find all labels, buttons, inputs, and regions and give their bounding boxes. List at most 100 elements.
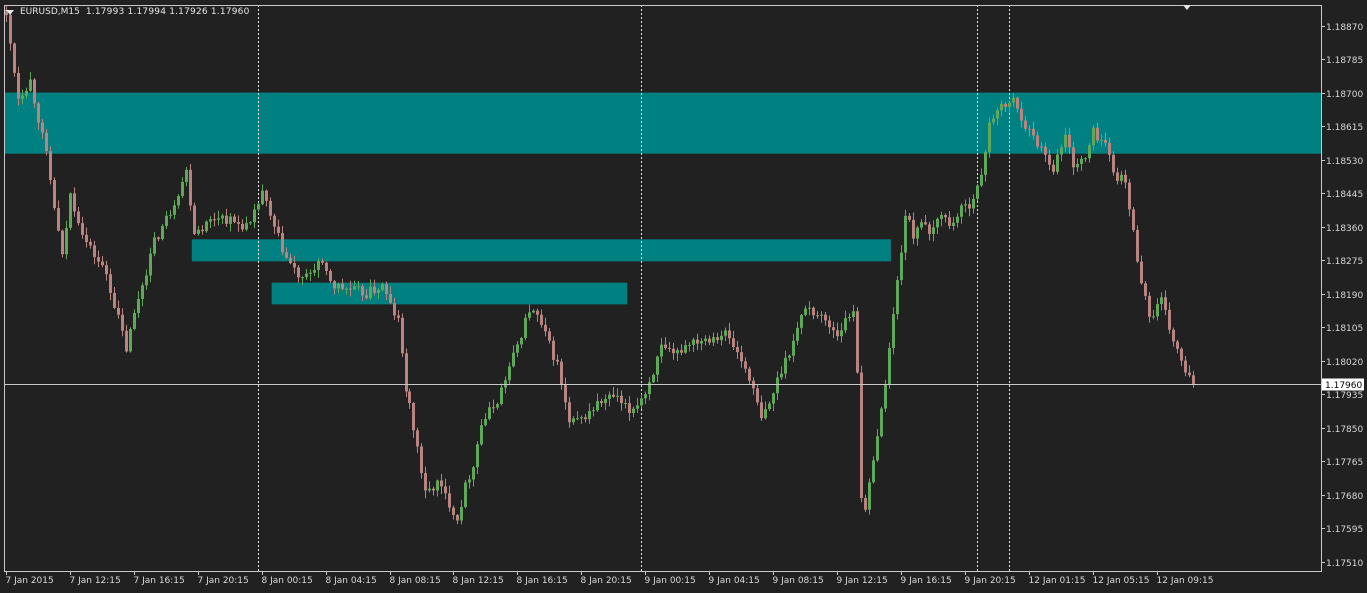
candle-bull[interactable] bbox=[377, 289, 380, 293]
candle-bull[interactable] bbox=[636, 405, 639, 409]
candle-bull[interactable] bbox=[868, 482, 871, 510]
candle-bear[interactable] bbox=[728, 330, 731, 339]
candle-bull[interactable] bbox=[1000, 103, 1003, 111]
candle-bull[interactable] bbox=[145, 275, 148, 286]
candle-bull[interactable] bbox=[301, 277, 304, 279]
candle-bear[interactable] bbox=[444, 486, 447, 494]
candle-bear[interactable] bbox=[812, 307, 815, 316]
candle-bear[interactable] bbox=[93, 245, 96, 258]
candle-bull[interactable] bbox=[205, 221, 208, 232]
candle-bull[interactable] bbox=[141, 285, 144, 299]
candle-bull[interactable] bbox=[880, 408, 883, 437]
candle-bear[interactable] bbox=[341, 283, 344, 289]
candle-bull[interactable] bbox=[988, 122, 991, 152]
candle-bear[interactable] bbox=[548, 331, 551, 341]
candle-bull[interactable] bbox=[173, 205, 176, 215]
candle-bull[interactable] bbox=[660, 344, 663, 357]
candle-bull[interactable] bbox=[592, 410, 595, 412]
candle-bull[interactable] bbox=[496, 404, 499, 408]
chart-menu-triangle-icon[interactable] bbox=[6, 9, 14, 15]
candle-bear[interactable] bbox=[536, 310, 539, 315]
candle-bull[interactable] bbox=[221, 215, 224, 219]
chart-area[interactable]: 1.17960 1.18870 1.18785 1.18700 1.18615 1.18… bbox=[0, 0, 1367, 589]
candle-bull[interactable] bbox=[888, 348, 891, 385]
candle-bear[interactable] bbox=[373, 286, 376, 293]
candle-bear[interactable] bbox=[1172, 329, 1175, 342]
candle-bull[interactable] bbox=[1012, 97, 1015, 103]
candle-bear[interactable] bbox=[281, 233, 284, 253]
candle-bull[interactable] bbox=[153, 237, 156, 254]
candle-bear[interactable] bbox=[101, 261, 104, 266]
candle-bull[interactable] bbox=[468, 479, 471, 483]
candle-bull[interactable] bbox=[245, 223, 248, 230]
candle-bear[interactable] bbox=[412, 403, 415, 431]
candle-bear[interactable] bbox=[97, 257, 100, 262]
zone-rect-1[interactable] bbox=[4, 92, 1321, 154]
candle-bull[interactable] bbox=[464, 482, 467, 508]
candle-bull[interactable] bbox=[980, 174, 983, 186]
candle-bull[interactable] bbox=[692, 339, 695, 345]
candle-bull[interactable] bbox=[181, 182, 184, 196]
candle-bear[interactable] bbox=[233, 216, 236, 223]
candle-bear[interactable] bbox=[424, 473, 427, 491]
candle-bull[interactable] bbox=[788, 355, 791, 358]
candle-bull[interactable] bbox=[608, 394, 611, 399]
candle-bear[interactable] bbox=[41, 122, 44, 133]
candle-bear[interactable] bbox=[157, 237, 160, 240]
candle-bear[interactable] bbox=[333, 281, 336, 289]
candle-bull[interactable] bbox=[844, 318, 847, 331]
candle-bull[interactable] bbox=[257, 204, 260, 210]
candle-bear[interactable] bbox=[105, 265, 108, 275]
candle-bull[interactable] bbox=[956, 216, 959, 223]
candle-bear[interactable] bbox=[1132, 209, 1135, 230]
candle-bull[interactable] bbox=[253, 209, 256, 223]
candle-bear[interactable] bbox=[1180, 348, 1183, 361]
candle-bull[interactable] bbox=[480, 425, 483, 445]
candle-bull[interactable] bbox=[780, 373, 783, 378]
candle-bull[interactable] bbox=[428, 488, 431, 491]
candle-bull[interactable] bbox=[1084, 158, 1087, 160]
candle-bear[interactable] bbox=[401, 317, 404, 354]
candle-bear[interactable] bbox=[432, 488, 435, 491]
candle-bear[interactable] bbox=[924, 222, 927, 225]
candle-bull[interactable] bbox=[25, 90, 28, 96]
candle-bull[interactable] bbox=[488, 407, 491, 419]
candle-bull[interactable] bbox=[804, 308, 807, 315]
candle-bear[interactable] bbox=[113, 292, 116, 308]
candle-bear[interactable] bbox=[928, 224, 931, 235]
candle-bull[interactable] bbox=[177, 195, 180, 206]
candle-bull[interactable] bbox=[772, 393, 775, 404]
candle-bull[interactable] bbox=[29, 79, 32, 91]
candle-bear[interactable] bbox=[9, 15, 12, 44]
candle-bear[interactable] bbox=[269, 200, 272, 216]
candle-bear[interactable] bbox=[49, 151, 52, 181]
candle-bear[interactable] bbox=[45, 132, 48, 152]
candle-bull[interactable] bbox=[149, 253, 152, 276]
candle-bull[interactable] bbox=[632, 408, 635, 414]
candle-bull[interactable] bbox=[688, 344, 691, 346]
candle-bear[interactable] bbox=[564, 384, 567, 403]
candle-bear[interactable] bbox=[1028, 128, 1031, 130]
candle-bear[interactable] bbox=[329, 270, 332, 282]
candle-bull[interactable] bbox=[137, 298, 140, 314]
candle-bull[interactable] bbox=[796, 327, 799, 341]
candle-bear[interactable] bbox=[1188, 372, 1191, 376]
candle-bear[interactable] bbox=[1004, 103, 1007, 107]
candle-bear[interactable] bbox=[61, 230, 64, 255]
candle-bear[interactable] bbox=[420, 446, 423, 474]
candle-bull[interactable] bbox=[436, 480, 439, 491]
candle-bear[interactable] bbox=[836, 330, 839, 337]
candle-bear[interactable] bbox=[556, 359, 559, 362]
candle-bear[interactable] bbox=[1104, 139, 1107, 143]
candle-bear[interactable] bbox=[584, 417, 587, 420]
candle-bull[interactable] bbox=[920, 222, 923, 228]
candle-bear[interactable] bbox=[552, 340, 555, 360]
candle-bull[interactable] bbox=[1060, 147, 1063, 155]
candle-bear[interactable] bbox=[736, 347, 739, 353]
candle-bull[interactable] bbox=[624, 402, 627, 404]
candle-bear[interactable] bbox=[289, 257, 292, 264]
candle-bear[interactable] bbox=[824, 314, 827, 321]
candle-bear[interactable] bbox=[912, 219, 915, 239]
candle-bull[interactable] bbox=[1076, 163, 1079, 168]
candle-bull[interactable] bbox=[476, 444, 479, 468]
